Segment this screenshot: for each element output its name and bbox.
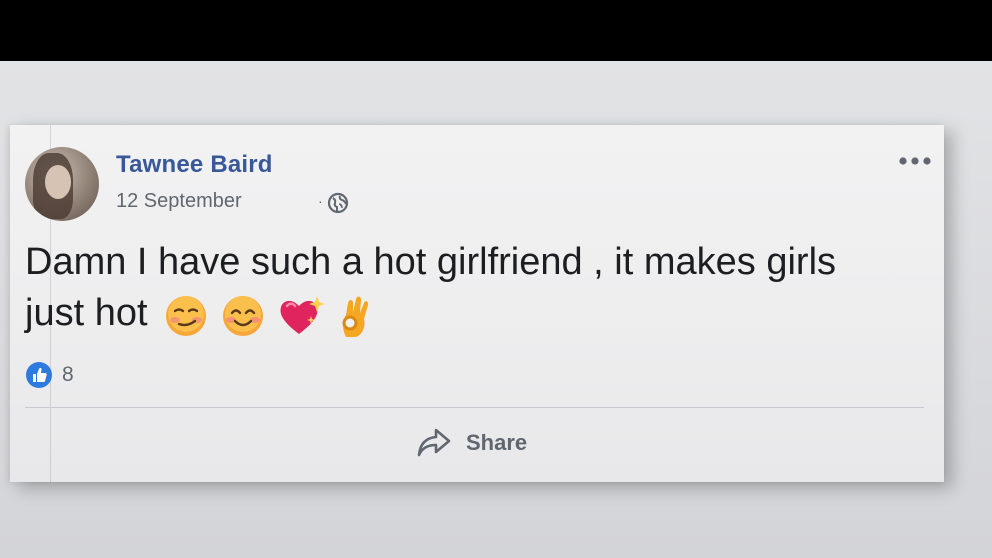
smiling-face-emoji: [222, 296, 263, 337]
post-date[interactable]: 12 September: [116, 190, 242, 213]
share-icon: [417, 428, 451, 457]
emoji-group: [164, 289, 376, 340]
post-body: Damn I have such a hot girlfriend , it m…: [25, 241, 837, 334]
divider: [25, 407, 924, 408]
like-icon[interactable]: [25, 361, 53, 389]
share-label: Share: [466, 430, 528, 455]
globe-icon: [327, 192, 349, 214]
more-options-icon[interactable]: [898, 155, 932, 167]
author-name[interactable]: Tawnee Baird: [116, 151, 273, 179]
post-text: Damn I have such a hot girlfriend , it m…: [25, 237, 905, 340]
like-count[interactable]: 8: [62, 363, 74, 387]
share-button[interactable]: Share: [416, 426, 546, 462]
post-card: Tawnee Baird 12 September · Damn I have …: [10, 125, 944, 482]
black-letterbox-bar: [0, 0, 992, 61]
avatar-face: [45, 165, 71, 199]
smirking-face-emoji: [166, 296, 207, 337]
ok-hand-emoji: [342, 296, 368, 338]
sparkling-heart-emoji: [280, 296, 326, 335]
avatar[interactable]: [25, 147, 99, 221]
meta-separator: ·: [318, 193, 323, 209]
